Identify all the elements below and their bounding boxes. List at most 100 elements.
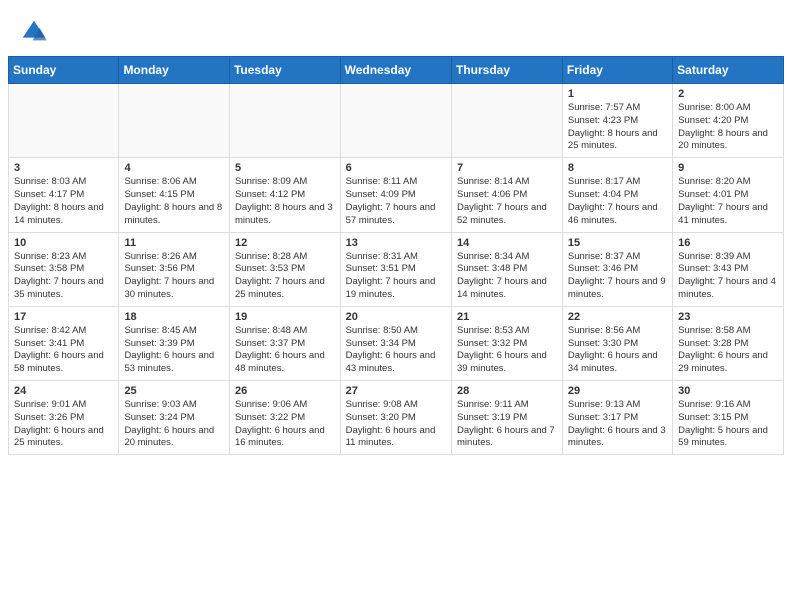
day-info: Sunrise: 8:34 AM Sunset: 3:48 PM Dayligh…: [457, 251, 557, 302]
weekday-header-sunday: Sunday: [9, 57, 119, 84]
calendar-cell: 18 Sunrise: 8:45 AM Sunset: 3:39 PM Dayli…: [119, 306, 230, 380]
calendar-cell: [229, 84, 340, 158]
day-info: Sunrise: 8:20 AM Sunset: 4:01 PM Dayligh…: [678, 176, 778, 227]
day-number: 29: [568, 385, 667, 397]
calendar-wrapper: SundayMondayTuesdayWednesdayThursdayFrid…: [0, 56, 792, 463]
calendar-cell: 16 Sunrise: 8:39 AM Sunset: 3:43 PM Dayli…: [673, 232, 784, 306]
day-number: 23: [678, 311, 778, 323]
calendar-cell: 27 Sunrise: 9:08 AM Sunset: 3:20 PM Dayli…: [340, 381, 451, 455]
day-number: 4: [124, 162, 224, 174]
day-number: 19: [235, 311, 335, 323]
day-number: 24: [14, 385, 113, 397]
day-info: Sunrise: 9:13 AM Sunset: 3:17 PM Dayligh…: [568, 399, 667, 450]
calendar-cell: 3Sunrise: 8:03 AM Sunset: 4:17 PM Daylig…: [9, 158, 119, 232]
day-number: 25: [124, 385, 224, 397]
day-number: 28: [457, 385, 557, 397]
day-info: Sunrise: 8:00 AM Sunset: 4:20 PM Dayligh…: [678, 102, 778, 153]
day-info: Sunrise: 9:06 AM Sunset: 3:22 PM Dayligh…: [235, 399, 335, 450]
calendar-cell: 4 Sunrise: 8:06 AM Sunset: 4:15 PM Daylig…: [119, 158, 230, 232]
day-number: 16: [678, 237, 778, 249]
calendar-cell: 28 Sunrise: 9:11 AM Sunset: 3:19 PM Dayli…: [452, 381, 563, 455]
calendar-cell: 9 Sunrise: 8:20 AM Sunset: 4:01 PM Daylig…: [673, 158, 784, 232]
weekday-header-friday: Friday: [562, 57, 672, 84]
calendar-cell: [340, 84, 451, 158]
calendar-cell: 17 Sunrise: 8:42 AM Sunset: 3:41 PM Dayli…: [9, 306, 119, 380]
day-info: Sunrise: 8:58 AM Sunset: 3:28 PM Dayligh…: [678, 325, 778, 376]
day-number: 14: [457, 237, 557, 249]
day-number: 26: [235, 385, 335, 397]
weekday-header-saturday: Saturday: [673, 57, 784, 84]
day-info: Sunrise: 8:39 AM Sunset: 3:43 PM Dayligh…: [678, 251, 778, 302]
calendar-cell: 10Sunrise: 8:23 AM Sunset: 3:58 PM Dayli…: [9, 232, 119, 306]
weekday-header-tuesday: Tuesday: [229, 57, 340, 84]
calendar-cell: 23 Sunrise: 8:58 AM Sunset: 3:28 PM Dayli…: [673, 306, 784, 380]
calendar-week-1: 1 Sunrise: 7:57 AM Sunset: 4:23 PM Daylig…: [9, 84, 784, 158]
day-number: 13: [346, 237, 446, 249]
day-number: 6: [346, 162, 446, 174]
day-number: 2: [678, 88, 778, 100]
day-info: Sunrise: 9:11 AM Sunset: 3:19 PM Dayligh…: [457, 399, 557, 450]
day-info: Sunrise: 8:14 AM Sunset: 4:06 PM Dayligh…: [457, 176, 557, 227]
calendar-cell: 22 Sunrise: 8:56 AM Sunset: 3:30 PM Dayli…: [562, 306, 672, 380]
calendar-week-4: 17 Sunrise: 8:42 AM Sunset: 3:41 PM Dayli…: [9, 306, 784, 380]
day-info: Sunrise: 8:23 AM Sunset: 3:58 PM Dayligh…: [14, 251, 113, 302]
calendar-cell: 29 Sunrise: 9:13 AM Sunset: 3:17 PM Dayli…: [562, 381, 672, 455]
calendar-cell: 13 Sunrise: 8:31 AM Sunset: 3:51 PM Dayli…: [340, 232, 451, 306]
calendar-cell: [452, 84, 563, 158]
calendar-cell: 1 Sunrise: 7:57 AM Sunset: 4:23 PM Daylig…: [562, 84, 672, 158]
day-number: 1: [568, 88, 667, 100]
day-info: Sunrise: 8:48 AM Sunset: 3:37 PM Dayligh…: [235, 325, 335, 376]
calendar-cell: 12Sunrise: 8:28 AM Sunset: 3:53 PM Dayli…: [229, 232, 340, 306]
day-info: Sunrise: 8:45 AM Sunset: 3:39 PM Dayligh…: [124, 325, 224, 376]
day-info: Sunrise: 7:57 AM Sunset: 4:23 PM Dayligh…: [568, 102, 667, 153]
day-info: Sunrise: 8:26 AM Sunset: 3:56 PM Dayligh…: [124, 251, 224, 302]
day-info: Sunrise: 8:42 AM Sunset: 3:41 PM Dayligh…: [14, 325, 113, 376]
day-number: 12: [235, 237, 335, 249]
calendar-week-3: 10Sunrise: 8:23 AM Sunset: 3:58 PM Dayli…: [9, 232, 784, 306]
day-number: 30: [678, 385, 778, 397]
calendar-cell: 2 Sunrise: 8:00 AM Sunset: 4:20 PM Daylig…: [673, 84, 784, 158]
day-info: Sunrise: 8:09 AM Sunset: 4:12 PM Dayligh…: [235, 176, 335, 227]
day-info: Sunrise: 9:08 AM Sunset: 3:20 PM Dayligh…: [346, 399, 446, 450]
day-number: 27: [346, 385, 446, 397]
day-info: Sunrise: 8:31 AM Sunset: 3:51 PM Dayligh…: [346, 251, 446, 302]
weekday-header-thursday: Thursday: [452, 57, 563, 84]
day-number: 21: [457, 311, 557, 323]
day-info: Sunrise: 9:01 AM Sunset: 3:26 PM Dayligh…: [14, 399, 113, 450]
calendar-cell: 25 Sunrise: 9:03 AM Sunset: 3:24 PM Dayli…: [119, 381, 230, 455]
calendar-week-5: 24 Sunrise: 9:01 AM Sunset: 3:26 PM Dayli…: [9, 381, 784, 455]
calendar-cell: 21 Sunrise: 8:53 AM Sunset: 3:32 PM Dayli…: [452, 306, 563, 380]
calendar-week-2: 3Sunrise: 8:03 AM Sunset: 4:17 PM Daylig…: [9, 158, 784, 232]
calendar-table: SundayMondayTuesdayWednesdayThursdayFrid…: [8, 56, 784, 455]
logo: [20, 18, 54, 46]
calendar-cell: 30 Sunrise: 9:16 AM Sunset: 3:15 PM Dayli…: [673, 381, 784, 455]
day-info: Sunrise: 8:11 AM Sunset: 4:09 PM Dayligh…: [346, 176, 446, 227]
day-number: 18: [124, 311, 224, 323]
calendar-cell: 7Sunrise: 8:14 AM Sunset: 4:06 PM Daylig…: [452, 158, 563, 232]
day-number: 5: [235, 162, 335, 174]
day-info: Sunrise: 8:06 AM Sunset: 4:15 PM Dayligh…: [124, 176, 224, 227]
day-info: Sunrise: 8:03 AM Sunset: 4:17 PM Dayligh…: [14, 176, 113, 227]
calendar-cell: [119, 84, 230, 158]
day-info: Sunrise: 8:50 AM Sunset: 3:34 PM Dayligh…: [346, 325, 446, 376]
calendar-cell: 15 Sunrise: 8:37 AM Sunset: 3:46 PM Dayli…: [562, 232, 672, 306]
weekday-header-row: SundayMondayTuesdayWednesdayThursdayFrid…: [9, 57, 784, 84]
calendar-cell: 11Sunrise: 8:26 AM Sunset: 3:56 PM Dayli…: [119, 232, 230, 306]
calendar-cell: 24 Sunrise: 9:01 AM Sunset: 3:26 PM Dayli…: [9, 381, 119, 455]
calendar-cell: 19 Sunrise: 8:48 AM Sunset: 3:37 PM Dayli…: [229, 306, 340, 380]
day-info: Sunrise: 8:17 AM Sunset: 4:04 PM Dayligh…: [568, 176, 667, 227]
calendar-cell: [9, 84, 119, 158]
day-info: Sunrise: 8:53 AM Sunset: 3:32 PM Dayligh…: [457, 325, 557, 376]
day-info: Sunrise: 8:56 AM Sunset: 3:30 PM Dayligh…: [568, 325, 667, 376]
day-number: 17: [14, 311, 113, 323]
day-number: 20: [346, 311, 446, 323]
day-number: 8: [568, 162, 667, 174]
calendar-cell: 6 Sunrise: 8:11 AM Sunset: 4:09 PM Daylig…: [340, 158, 451, 232]
day-info: Sunrise: 8:37 AM Sunset: 3:46 PM Dayligh…: [568, 251, 667, 302]
day-number: 22: [568, 311, 667, 323]
day-info: Sunrise: 9:16 AM Sunset: 3:15 PM Dayligh…: [678, 399, 778, 450]
page-header: [0, 0, 792, 56]
day-number: 9: [678, 162, 778, 174]
day-number: 15: [568, 237, 667, 249]
day-info: Sunrise: 9:03 AM Sunset: 3:24 PM Dayligh…: [124, 399, 224, 450]
